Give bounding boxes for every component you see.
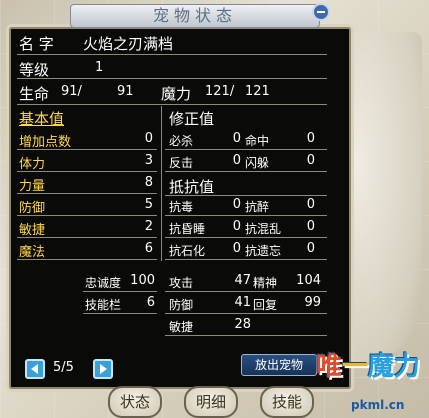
- divider: [17, 104, 327, 105]
- stat-value: 0: [232, 219, 241, 234]
- base-value: 0: [144, 131, 153, 146]
- skill-slots-label: 技能栏: [85, 298, 122, 312]
- tab-detail[interactable]: 明细: [184, 386, 238, 418]
- stat-label: 防御: [169, 298, 194, 312]
- level-value: 1: [95, 60, 104, 75]
- base-value: 2: [144, 219, 153, 234]
- tab-skill[interactable]: 技能: [260, 386, 314, 418]
- stat-label: 抗石化: [169, 244, 206, 258]
- loyalty-label: 忠诚度: [85, 276, 122, 290]
- divider: [83, 313, 157, 314]
- stat-value: 0: [232, 197, 241, 212]
- base-label: 魔法: [19, 245, 46, 260]
- skill-slots-value: 6: [146, 295, 155, 310]
- stat-label: 抗昏睡: [169, 222, 206, 236]
- logo-char: 唯: [316, 352, 343, 382]
- base-label: 增加点数: [19, 135, 72, 150]
- base-value: 8: [144, 175, 153, 190]
- logo-char: 魔力: [368, 352, 421, 382]
- divider: [165, 259, 327, 260]
- stat-label: 回复: [253, 298, 278, 312]
- stat-value: 47: [234, 273, 251, 288]
- page-indicator: 5/5: [53, 360, 74, 375]
- stat-label: 敏捷: [169, 320, 194, 334]
- stat-label: 抗混乱: [245, 222, 282, 236]
- divider: [17, 193, 157, 194]
- window-title-bar: 宠物状态: [70, 4, 320, 28]
- divider: [165, 195, 327, 196]
- stat-label: 抗醉: [245, 200, 270, 214]
- column-divider: [161, 106, 162, 261]
- stat-label: 攻击: [169, 276, 194, 290]
- divider: [165, 149, 327, 150]
- mp-current: 121/: [205, 84, 235, 99]
- pet-status-panel: 名 字 火焰之刃满档 等级 1 生命 91/ 91 魔力 121/ 121 基本…: [6, 24, 354, 392]
- pet-name: 火焰之刃满档: [83, 35, 174, 53]
- loyalty-value: 100: [130, 273, 155, 288]
- base-value: 3: [144, 153, 153, 168]
- hp-current: 91/: [61, 84, 82, 99]
- divider: [165, 313, 327, 314]
- stat-value: 41: [234, 295, 251, 310]
- hp-label: 生命: [19, 85, 50, 103]
- stat-value: 0: [306, 241, 315, 256]
- stat-value: 0: [306, 197, 315, 212]
- divider: [165, 335, 327, 336]
- stat-label: 闪躲: [245, 156, 270, 170]
- stat-label: 命中: [245, 134, 270, 148]
- stat-label: 必杀: [169, 134, 194, 148]
- prev-page-button[interactable]: [25, 359, 45, 379]
- window-title: 宠物状态: [152, 6, 237, 25]
- level-label: 等级: [19, 61, 50, 79]
- resist-header: 抵抗值: [169, 178, 215, 196]
- divider: [17, 78, 327, 79]
- site-logo: 唯一魔力: [316, 346, 420, 383]
- close-icon[interactable]: [312, 3, 330, 21]
- divider: [17, 259, 157, 260]
- stat-value: 0: [306, 153, 315, 168]
- stat-value: 99: [304, 295, 321, 310]
- base-label: 防御: [19, 201, 46, 216]
- base-value: 6: [144, 241, 153, 256]
- divider: [17, 54, 327, 55]
- divider: [165, 237, 327, 238]
- stat-value: 0: [232, 241, 241, 256]
- hp-max: 91: [117, 84, 134, 99]
- next-page-button[interactable]: [93, 359, 113, 379]
- stat-label: 抗遗忘: [245, 244, 282, 258]
- stat-label: 精神: [253, 276, 278, 290]
- mp-max: 121: [245, 84, 270, 99]
- stat-value: 0: [232, 131, 241, 146]
- stat-value: 28: [234, 317, 251, 332]
- divider: [17, 215, 157, 216]
- base-label: 力量: [19, 179, 46, 194]
- divider: [83, 291, 157, 292]
- stat-label: 反击: [169, 156, 194, 170]
- stat-value: 0: [232, 153, 241, 168]
- divider: [165, 171, 327, 172]
- name-label: 名 字: [19, 35, 54, 53]
- tab-status[interactable]: 状态: [108, 386, 162, 418]
- base-header: 基本值: [19, 110, 65, 128]
- base-value: 5: [144, 197, 153, 212]
- correction-header: 修正值: [169, 110, 215, 128]
- mp-label: 魔力: [161, 85, 192, 103]
- divider: [165, 215, 327, 216]
- base-label: 敏捷: [19, 223, 46, 238]
- release-pet-button[interactable]: 放出宠物: [241, 354, 317, 376]
- base-label: 体力: [19, 157, 46, 172]
- divider: [17, 237, 157, 238]
- stat-value: 0: [306, 219, 315, 234]
- divider: [17, 149, 157, 150]
- logo-char: 一: [342, 352, 369, 382]
- stat-label: 抗毒: [169, 200, 194, 214]
- stat-value: 0: [306, 131, 315, 146]
- site-url: pkml.cn: [351, 398, 405, 412]
- stat-value: 104: [296, 273, 321, 288]
- divider: [165, 291, 327, 292]
- divider: [17, 171, 157, 172]
